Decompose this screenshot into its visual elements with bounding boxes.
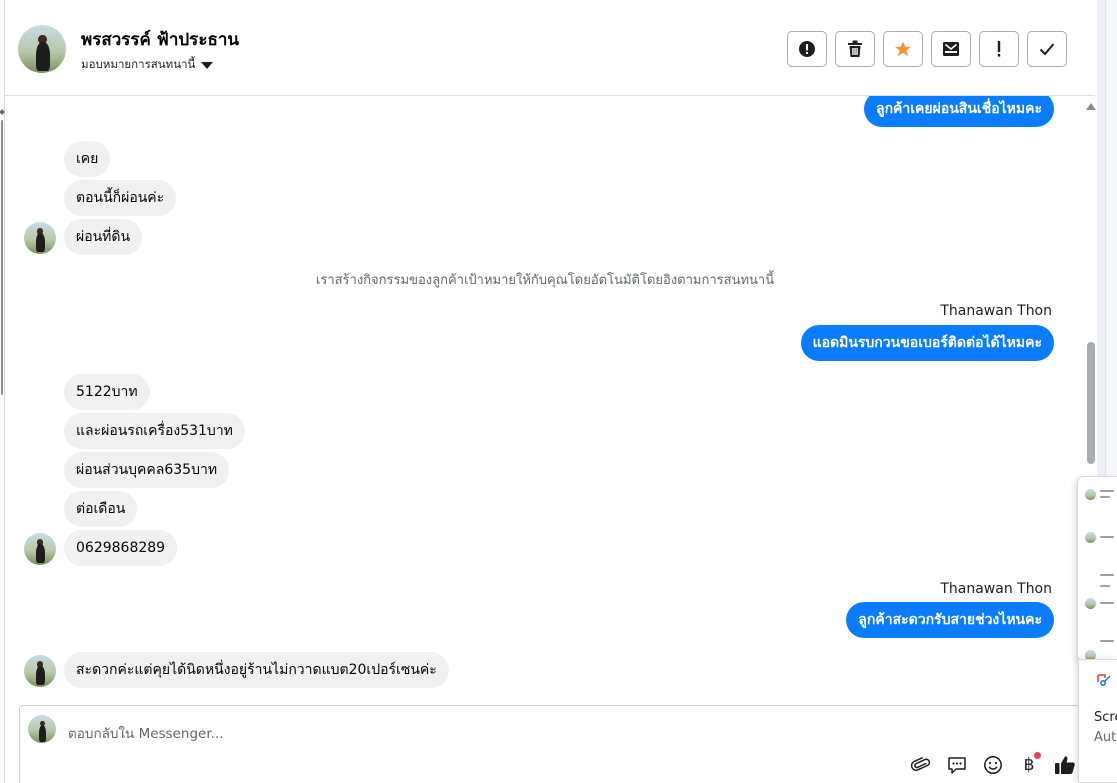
preview-avatar (1085, 489, 1096, 500)
message-incoming[interactable]: ตอนนี้ก็ผ่อนค่ะ (64, 180, 177, 216)
trash-icon (848, 40, 862, 57)
check-icon (1039, 43, 1055, 56)
star-icon (895, 41, 911, 57)
sender-avatar[interactable] (24, 222, 56, 254)
payment-button[interactable]: ฿ (1016, 752, 1042, 778)
page-avatar (28, 715, 56, 743)
follow-up-button[interactable] (979, 31, 1019, 67)
baht-icon: ฿ (1023, 755, 1035, 775)
alert-circle-icon (799, 41, 815, 57)
right-side-pane (1105, 0, 1117, 480)
mark-unread-button[interactable] (931, 31, 971, 67)
caret-down-icon (201, 61, 214, 69)
preview-avatar (1085, 598, 1096, 609)
message-list[interactable]: ลูกค้าเคยผ่อนสินเชื่อไหมคะ เคย ตอนนี้ก็ผ… (5, 96, 1085, 701)
contact-avatar[interactable] (18, 25, 66, 73)
snipping-tool-icon (1097, 674, 1111, 686)
message-incoming[interactable]: 0629868289 (64, 530, 178, 566)
preview-text-line (1100, 602, 1114, 604)
header-actions (787, 31, 1067, 67)
avatar-figure (38, 724, 47, 742)
message-incoming[interactable]: สะดวกค่ะแต่คุยได้นิดหนึ่งอยู่ร้านไม่กวาด… (64, 652, 449, 688)
chat-bubble-icon (948, 757, 966, 774)
message-composer[interactable]: ตอบกลับใน Messenger... ฿ (19, 705, 1085, 783)
message-incoming[interactable]: 5122บาท (64, 374, 150, 410)
exclamation-icon (997, 41, 1001, 57)
preview-text-line (1100, 496, 1110, 498)
message-outgoing[interactable]: ลูกค้าสะดวกรับสายช่วงไหนคะ (846, 602, 1054, 638)
preview-text-line (1100, 640, 1114, 642)
mark-unread-icon (943, 42, 959, 56)
message-outgoing[interactable]: ลูกค้าเคยผ่อนสินเชื่อไหมคะ (863, 96, 1054, 127)
sender-avatar[interactable] (24, 655, 56, 687)
delete-button[interactable] (835, 31, 875, 67)
avatar-figure (36, 233, 46, 253)
notification-dot (1034, 752, 1041, 759)
message-incoming[interactable]: ต่อเดือน (64, 491, 138, 527)
screenshot-notification-popup[interactable]: Scre Autc (1078, 659, 1117, 783)
message-outgoing[interactable]: แอดมินรบกวนขอเบอร์ติดต่อได้ไหมคะ (800, 325, 1054, 361)
assign-label: มอบหมายการสนทนานี้ (81, 57, 196, 71)
message-incoming[interactable]: และผ่อนรถเครื่อง531บาท (64, 413, 245, 449)
composer-toolbar: ฿ (908, 752, 1078, 778)
message-incoming[interactable]: ผ่อนส่วนบุคคล635บาท (64, 452, 230, 488)
conversation-preview-list[interactable] (1077, 476, 1117, 661)
popup-title: Scre (1094, 710, 1117, 725)
preview-text-line (1100, 574, 1114, 576)
spam-button[interactable] (787, 31, 827, 67)
preview-text-line (1100, 536, 1114, 538)
contact-name[interactable]: พรสวรรค์ ฟ้าประธาน (81, 26, 239, 53)
conversation-header: พรสวรรค์ ฟ้าประธาน มอบหมายการสนทนานี้ (5, 0, 1095, 96)
assign-conversation-dropdown[interactable]: มอบหมายการสนทนานี้ (81, 56, 214, 74)
done-button[interactable] (1027, 31, 1067, 67)
paperclip-icon (911, 756, 931, 771)
sender-name: Thanawan Thon (940, 581, 1052, 597)
thumbs-up-icon (1055, 756, 1075, 774)
star-button[interactable] (883, 31, 923, 67)
sender-avatar[interactable] (24, 533, 56, 565)
emoji-button[interactable] (980, 752, 1006, 778)
saved-replies-button[interactable] (944, 752, 970, 778)
message-incoming[interactable]: เคย (64, 141, 111, 177)
preview-avatar (1085, 532, 1096, 543)
left-panel-scrollbar[interactable] (1, 120, 3, 395)
preview-text-line (1100, 585, 1110, 587)
sender-name: Thanawan Thon (940, 303, 1052, 319)
message-incoming[interactable]: ผ่อนที่ดิน (64, 219, 143, 255)
popup-subtitle: Autc (1094, 730, 1117, 745)
preview-text-line (1100, 490, 1114, 492)
system-notice: เราสร้างกิจกรรมของลูกค้าเป้าหมายให้กับคุ… (315, 273, 775, 288)
avatar-figure (36, 666, 46, 686)
scroll-up-arrow-icon[interactable] (1086, 103, 1096, 110)
like-button[interactable] (1052, 752, 1078, 778)
reply-input[interactable]: ตอบกลับใน Messenger... (68, 722, 224, 744)
scrollbar-thumb[interactable] (1087, 342, 1095, 464)
attach-button[interactable] (908, 752, 934, 778)
smiley-icon (984, 756, 1002, 774)
avatar-figure (36, 544, 46, 564)
avatar-figure (36, 41, 50, 71)
messenger-inbox-page: พรสวรรค์ ฟ้าประธาน มอบหมายการสนทนานี้ ลู… (0, 0, 1117, 783)
